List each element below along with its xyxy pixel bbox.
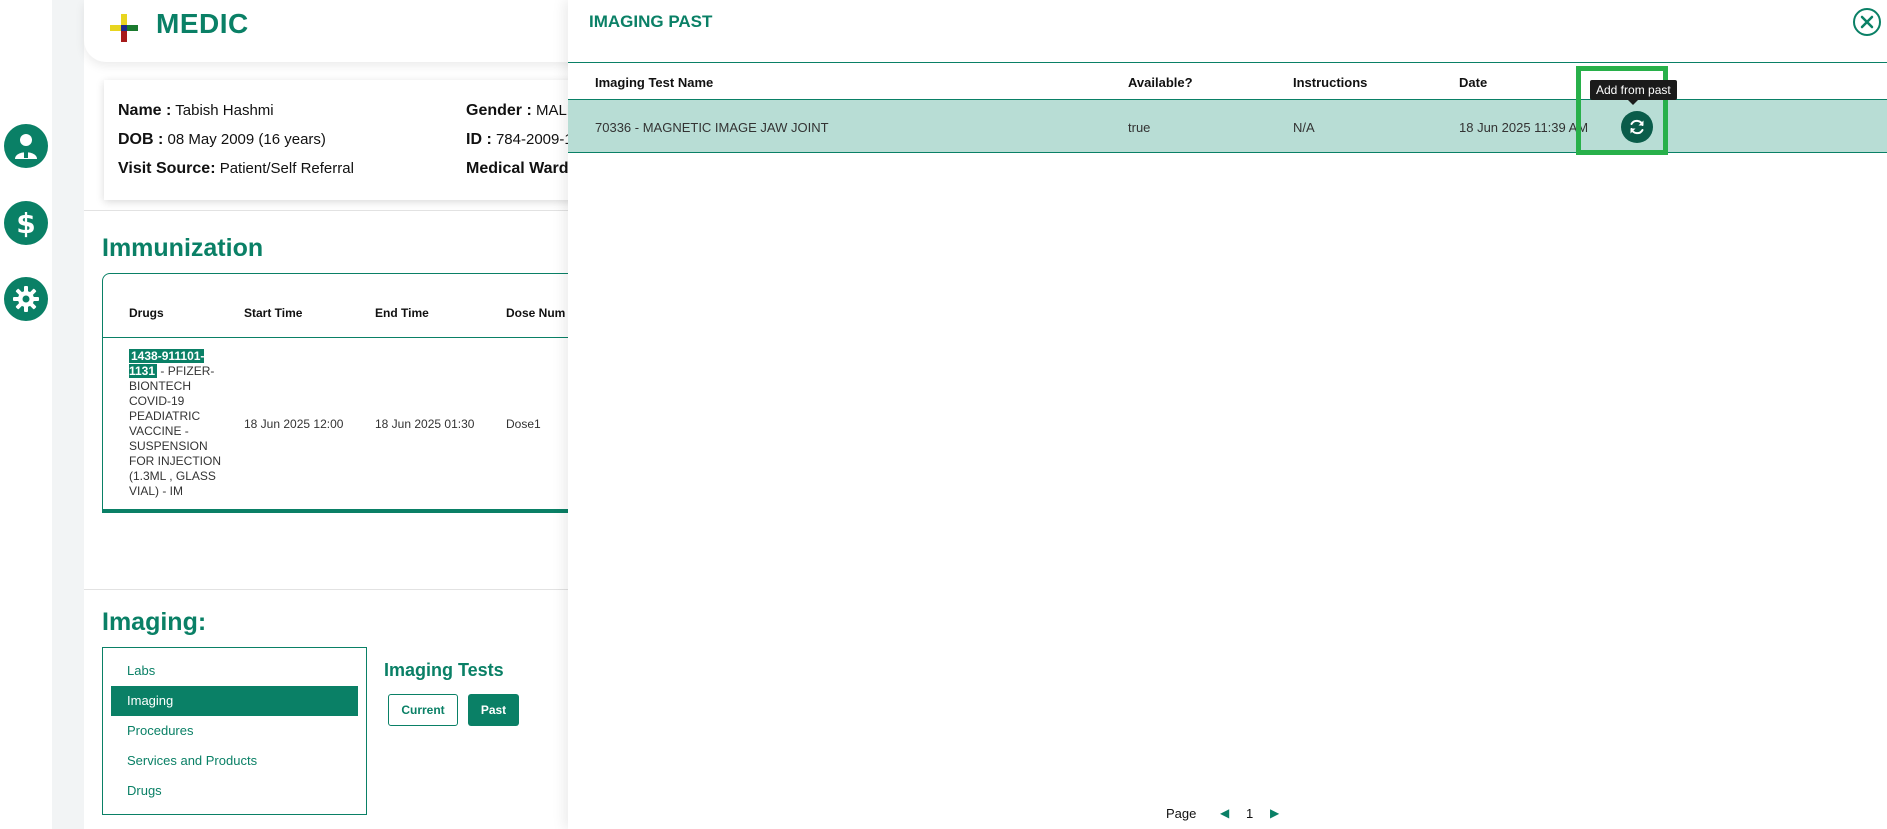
section-divider (84, 210, 604, 211)
nav-item-labs[interactable]: Labs (111, 656, 358, 686)
table-row: 1438-911101-1131 - PFIZER-BIONTECH COVID… (129, 349, 225, 499)
date-cell: 18 Jun 2025 11:39 AM (1459, 120, 1589, 135)
drug-description: - PFIZER-BIONTECH COVID-19 PEADIATRIC VA… (129, 364, 221, 498)
medic-logo-icon (110, 14, 138, 42)
imaging-past-drawer: IMAGING PAST Imaging Test Name Available… (568, 0, 1887, 829)
col-dose-num: Dose Num (506, 306, 566, 320)
nav-item-services[interactable]: Services and Products (111, 746, 358, 776)
nav-item-drugs[interactable]: Drugs (111, 776, 358, 806)
tooltip: Add from past (1590, 80, 1677, 105)
brand-name: MEDIC (156, 8, 249, 39)
patient-dob: DOB : 08 May 2009 (16 years) (118, 131, 326, 148)
immunization-title: Immunization (102, 234, 264, 262)
patient-visit-source: Visit Source: Patient/Self Referral (118, 160, 354, 177)
table-row[interactable]: 70336 - MAGNETIC IMAGE JAW JOINT true N/… (568, 99, 1887, 153)
patient-ward: Medical Ward: (466, 160, 574, 177)
patient-name: Name : Tabish Hashmi (118, 102, 274, 119)
imaging-tests-title: Imaging Tests (384, 660, 504, 680)
dose-cell: Dose1 (506, 417, 541, 431)
refresh-icon (1630, 119, 1644, 135)
col-available: Available? (1128, 75, 1193, 90)
patient-gender: Gender : MALE (466, 102, 577, 119)
col-imaging-test-name: Imaging Test Name (595, 75, 714, 90)
close-button[interactable] (1853, 8, 1881, 36)
col-end-time: End Time (375, 306, 429, 320)
close-icon (1860, 15, 1874, 29)
nav-item-procedures[interactable]: Procedures (111, 716, 358, 746)
patient-id: ID : 784-2009-1 (466, 131, 573, 148)
start-time-cell: 18 Jun 2025 12:00 (244, 417, 344, 431)
immunization-table: Drugs Start Time End Time Dose Num 1438-… (102, 273, 602, 513)
doctor-icon[interactable] (4, 124, 48, 168)
header-divider (103, 337, 601, 338)
drawer-divider (568, 62, 1887, 63)
gear-icon[interactable] (4, 277, 48, 321)
page-label: Page (1166, 806, 1197, 821)
instructions-cell: N/A (1293, 120, 1315, 135)
col-date: Date (1459, 75, 1488, 90)
section-divider (84, 589, 604, 590)
nav-item-imaging[interactable]: Imaging (111, 686, 358, 716)
test-name-cell: 70336 - MAGNETIC IMAGE JAW JOINT (595, 120, 829, 135)
col-instructions: Instructions (1293, 75, 1368, 90)
side-rail: $ (0, 0, 52, 829)
next-page-icon[interactable]: ▶ (1270, 806, 1279, 820)
col-drugs: Drugs (129, 306, 164, 320)
available-cell: true (1128, 120, 1151, 135)
drawer-title: IMAGING PAST (589, 12, 713, 31)
svg-text:$: $ (16, 208, 35, 238)
imaging-title: Imaging: (102, 608, 207, 636)
app-header: MEDIC (84, 0, 604, 62)
past-button[interactable]: Past (468, 694, 519, 726)
current-page[interactable]: 1 (1246, 806, 1253, 821)
imaging-category-nav: Labs Imaging Procedures Services and Pro… (102, 647, 367, 815)
dollar-icon[interactable]: $ (4, 201, 48, 245)
add-from-past-button[interactable] (1621, 111, 1653, 143)
col-start-time: Start Time (244, 306, 303, 320)
end-time-cell: 18 Jun 2025 01:30 (375, 417, 475, 431)
prev-page-icon[interactable]: ◀ (1220, 806, 1229, 820)
patient-info-card: Name : Tabish Hashmi DOB : 08 May 2009 (… (104, 80, 604, 200)
current-button[interactable]: Current (388, 694, 458, 726)
